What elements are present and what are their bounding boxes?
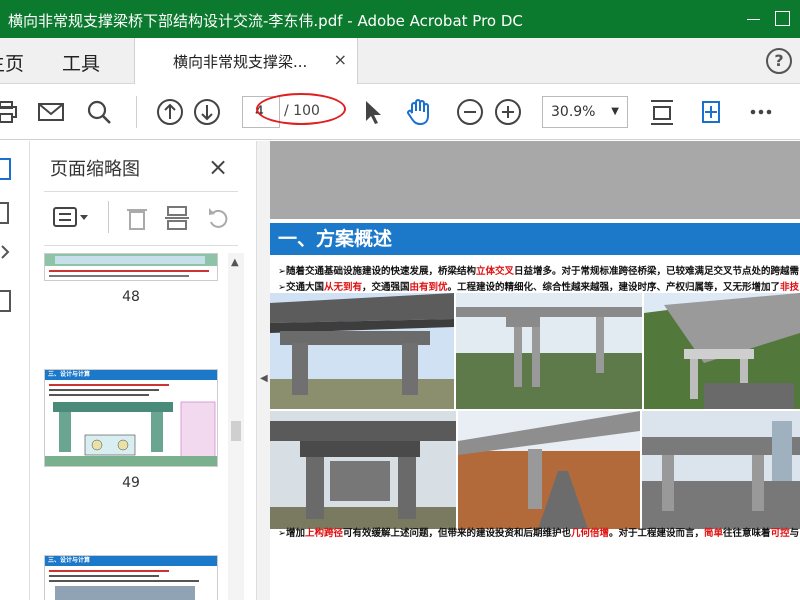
thumbnail-page[interactable] <box>44 253 218 281</box>
tab-close-icon[interactable]: × <box>334 50 347 69</box>
bridge-photo <box>270 293 454 409</box>
scroll-mode-icon[interactable] <box>696 97 726 127</box>
thumbnail-page-number: 49 <box>122 475 140 491</box>
previous-page-icon[interactable] <box>155 97 185 127</box>
thumbnails-pane-icon[interactable] <box>0 158 11 180</box>
zoom-value: 30.9% <box>551 104 596 120</box>
options-menu-icon[interactable] <box>52 203 92 237</box>
toolbar-separator <box>136 96 137 128</box>
panel-separator <box>108 201 109 233</box>
scroll-up-icon[interactable]: ▲ <box>231 257 239 268</box>
menu-bar: 主页 工具 横向非常规支撑梁... × ? <box>0 38 800 84</box>
next-page-icon[interactable] <box>192 97 222 127</box>
extract-pages-icon[interactable] <box>162 203 192 237</box>
zoom-out-icon[interactable] <box>455 97 485 127</box>
rotate-icon[interactable] <box>204 203 234 237</box>
close-icon[interactable]: × <box>208 153 228 181</box>
collapse-panel-icon[interactable]: ◀ <box>260 373 268 384</box>
select-cursor-icon[interactable] <box>358 97 388 127</box>
bullet-text: ➢随着交通基础设施建设的快速发展，桥梁结构立体交叉日益增多。对于常规标准跨径桥梁… <box>278 266 799 277</box>
print-icon[interactable] <box>0 97 22 127</box>
document-tab[interactable]: 横向非常规支撑梁... × <box>134 38 358 84</box>
menu-tools[interactable]: 工具 <box>62 49 100 76</box>
document-view[interactable]: 一、方案概述 ➢随着交通基础设施建设的快速发展，桥梁结构立体交叉日益增多。对于常… <box>270 141 800 600</box>
section-heading: 一、方案概述 <box>270 223 800 255</box>
attachment-icon[interactable] <box>1 245 10 259</box>
bridge-photo <box>456 293 642 409</box>
layers-icon[interactable] <box>0 290 11 312</box>
thumbnail-page-number: 48 <box>122 289 140 305</box>
pdf-page: 一、方案概述 ➢随着交通基础设施建设的快速发展，桥梁结构立体交叉日益增多。对于常… <box>270 219 800 600</box>
toolbar: 4 / 100 30.9% ▼ <box>0 84 800 140</box>
bullet-text: ➢交通大国从无到有，交通强国由有到优。工程建设的精细化、综合性越来越强，建设时序… <box>278 282 800 293</box>
scrollbar-thumb[interactable] <box>231 421 241 441</box>
thumbnail-page[interactable]: 三、设计与计算 <box>44 369 218 467</box>
bridge-photo <box>270 411 456 529</box>
bridge-photo <box>458 411 640 529</box>
thumbnail-scrollbar[interactable]: ▲ <box>228 253 244 600</box>
bullet-text: ➢增加上构跨径可有效缓解上述问题，但带来的建设投资和后期维护也几何倍增。对于工程… <box>278 528 800 539</box>
hand-tool-icon[interactable] <box>404 97 434 127</box>
bridge-photo <box>644 293 800 409</box>
title-bar: 横向非常规支撑梁桥下部结构设计交流-李东伟.pdf - Adobe Acroba… <box>0 0 800 38</box>
fit-page-icon[interactable] <box>647 97 677 127</box>
zoom-in-icon[interactable] <box>493 97 523 127</box>
more-options-icon[interactable] <box>746 97 776 127</box>
search-icon[interactable] <box>84 97 114 127</box>
thumbnail-page[interactable]: 三、设计与计算 <box>44 555 218 600</box>
help-icon[interactable]: ? <box>766 48 792 74</box>
email-icon[interactable] <box>36 97 66 127</box>
page-number-highlight <box>256 93 346 125</box>
chevron-down-icon: ▼ <box>611 106 619 117</box>
thumbnail-heading: 三、设计与计算 <box>45 556 217 566</box>
thumbnail-heading: 三、设计与计算 <box>45 370 217 380</box>
panel-divider <box>44 191 238 192</box>
panel-divider <box>44 245 238 246</box>
panel-splitter[interactable]: ◀ <box>256 141 270 600</box>
menu-home[interactable]: 主页 <box>0 49 24 76</box>
left-tool-strip <box>0 141 30 600</box>
document-tab-label: 横向非常规支撑梁... <box>173 53 308 71</box>
bookmark-icon[interactable] <box>0 202 9 224</box>
bridge-photo <box>642 411 800 529</box>
maximize-button[interactable] <box>770 6 794 30</box>
zoom-select[interactable]: 30.9% ▼ <box>542 96 628 128</box>
window-title: 横向非常规支撑梁桥下部结构设计交流-李东伟.pdf - Adobe Acroba… <box>8 12 523 30</box>
delete-icon[interactable] <box>122 203 152 237</box>
minimize-button[interactable] <box>742 6 766 30</box>
panel-title: 页面缩略图 <box>50 159 140 180</box>
thumbnail-panel: 页面缩略图 × 48 三、设计与计算 49 三、设计与计算 ▲ <box>30 141 256 600</box>
